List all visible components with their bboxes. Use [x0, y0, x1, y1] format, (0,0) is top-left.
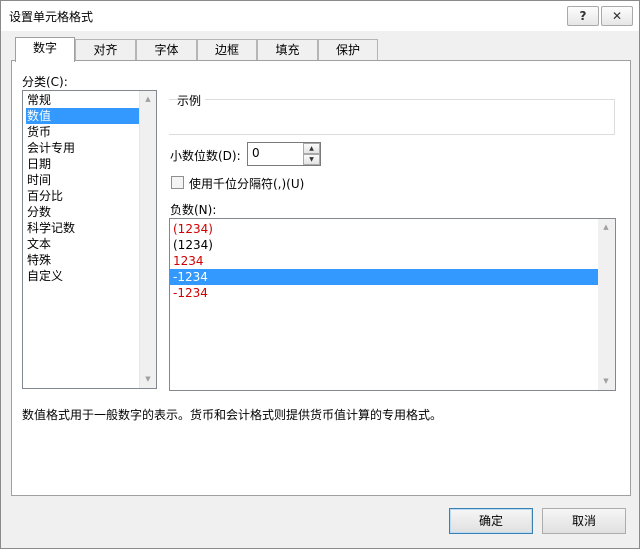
scroll-up-icon[interactable]: ▲ [598, 219, 614, 236]
thousands-separator-checkbox[interactable] [171, 176, 184, 189]
sample-box [169, 99, 615, 135]
category-item-number[interactable]: 数值 [26, 108, 139, 124]
negative-item-minus-selected[interactable]: -1234 [170, 269, 598, 285]
category-item-general[interactable]: 常规 [26, 92, 51, 108]
negative-item-paren-black[interactable]: (1234) [170, 237, 598, 253]
dialog-title: 设置单元格格式 [9, 10, 94, 24]
category-scrollbar[interactable]: ▲ ▼ [139, 91, 156, 388]
tab-protection[interactable]: 保护 [318, 39, 378, 61]
category-listbox[interactable]: 常规 数值 货币 会计专用 日期 时间 百分比 分数 科学记数 文本 特殊 自定… [22, 90, 157, 389]
help-button[interactable]: ? [567, 6, 599, 26]
category-item-accounting[interactable]: 会计专用 [26, 140, 75, 156]
category-item-special[interactable]: 特殊 [26, 252, 51, 268]
category-item-scientific[interactable]: 科学记数 [26, 220, 75, 236]
format-description: 数值格式用于一般数字的表示。货币和会计格式则提供货币值计算的专用格式。 [22, 408, 443, 422]
tab-number[interactable]: 数字 [15, 37, 75, 62]
format-cells-dialog: 设置单元格格式 ? ✕ 数字 对齐 字体 边框 填充 保护 分类(C): 常规 … [0, 0, 640, 549]
negative-numbers-listbox[interactable]: (1234) (1234) 1234 -1234 -1234 ▲ ▼ [169, 218, 616, 391]
category-item-custom[interactable]: 自定义 [26, 268, 63, 284]
negative-numbers-label: 负数(N): [170, 203, 217, 217]
title-bar: 设置单元格格式 ? ✕ [1, 1, 639, 31]
spin-up-icon[interactable]: ▲ [303, 143, 320, 154]
decimal-places-stepper[interactable]: 0 ▲ ▼ [247, 142, 321, 166]
scroll-up-icon[interactable]: ▲ [140, 91, 156, 108]
spin-down-icon[interactable]: ▼ [303, 154, 320, 165]
negative-item-paren-red[interactable]: (1234) [170, 221, 598, 237]
sample-label: 示例 [177, 92, 206, 109]
scroll-down-icon[interactable]: ▼ [598, 373, 614, 390]
tab-fill[interactable]: 填充 [257, 39, 318, 61]
tab-alignment[interactable]: 对齐 [75, 39, 136, 61]
decimal-places-label: 小数位数(D): [170, 149, 241, 163]
tab-border[interactable]: 边框 [197, 39, 257, 61]
category-item-time[interactable]: 时间 [26, 172, 51, 188]
category-item-fraction[interactable]: 分数 [26, 204, 51, 220]
negative-item-plain-red[interactable]: 1234 [170, 253, 598, 269]
decimal-places-value[interactable]: 0 [252, 146, 260, 160]
category-item-date[interactable]: 日期 [26, 156, 51, 172]
ok-button[interactable]: 确定 [449, 508, 533, 534]
cancel-button[interactable]: 取消 [542, 508, 626, 534]
negative-item-minus-red[interactable]: -1234 [170, 285, 598, 301]
category-item-text[interactable]: 文本 [26, 236, 51, 252]
category-label: 分类(C): [22, 75, 68, 89]
category-item-currency[interactable]: 货币 [26, 124, 51, 140]
scroll-down-icon[interactable]: ▼ [140, 371, 156, 388]
close-button[interactable]: ✕ [601, 6, 633, 26]
category-item-percentage[interactable]: 百分比 [26, 188, 63, 204]
negative-scrollbar[interactable]: ▲ ▼ [598, 219, 615, 390]
tab-font[interactable]: 字体 [136, 39, 197, 61]
thousands-separator-label[interactable]: 使用千位分隔符(,)(U) [189, 175, 304, 192]
